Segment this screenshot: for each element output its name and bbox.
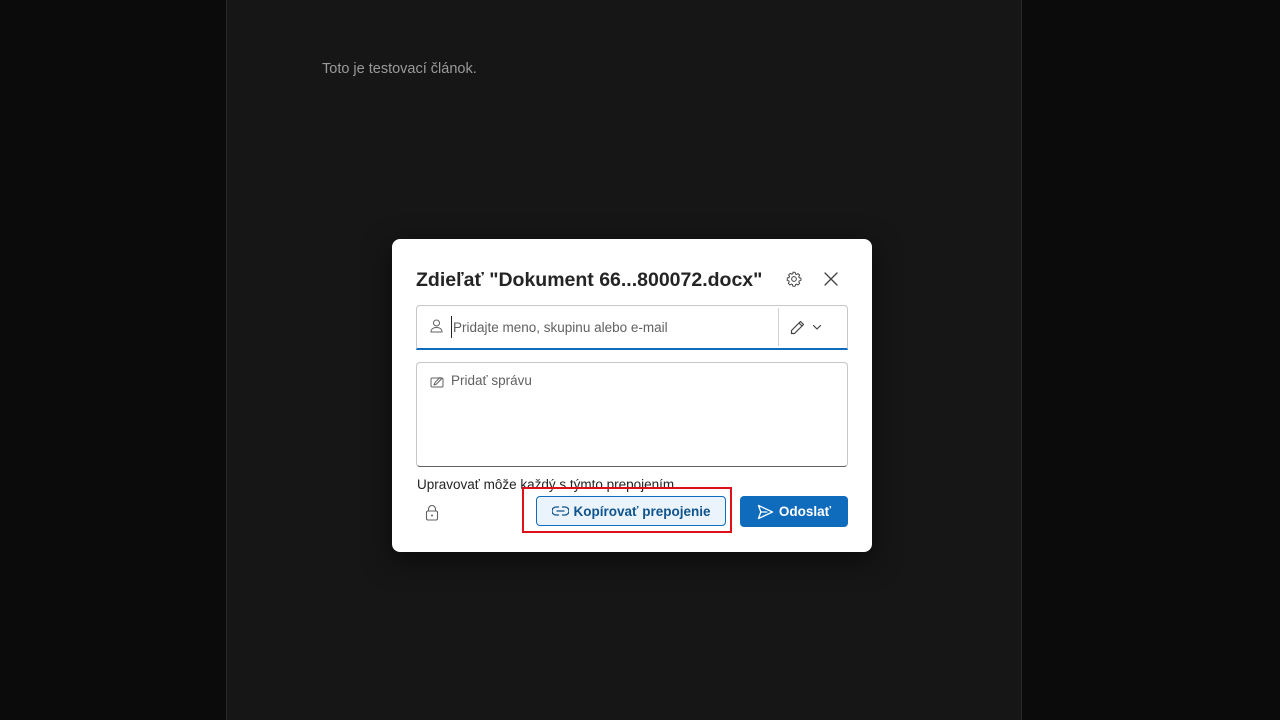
close-icon [824,272,838,286]
edit-message-icon [430,375,444,394]
message-input[interactable] [451,373,831,453]
share-dialog: Zdieľať "Dokument 66...800072.docx" Prid… [392,239,872,552]
permission-dropdown-button[interactable] [789,316,835,338]
copy-link-button[interactable]: Kopírovať prepojenie [536,496,726,526]
pencil-icon [790,320,805,334]
permission-divider [778,308,779,346]
send-button[interactable]: Odoslať [740,496,848,527]
send-icon [757,504,774,519]
chevron-down-icon [812,324,822,330]
copy-link-label: Kopírovať prepojenie [573,503,711,519]
document-body-text: Toto je testovací článok. [322,61,477,77]
send-label: Odoslať [778,504,832,519]
people-input[interactable] [451,316,773,338]
lock-icon [425,504,439,521]
link-settings-link[interactable]: Upravovať môže každý s týmto prepojením. [417,477,678,492]
message-box [416,362,848,467]
people-picker [416,305,848,350]
person-icon [430,319,443,338]
settings-button[interactable] [783,268,805,290]
link-icon [551,506,569,516]
close-button[interactable] [820,268,842,290]
link-settings-button[interactable] [423,503,441,521]
dialog-title: Zdieľať "Dokument 66...800072.docx" [416,269,763,291]
gear-icon [786,271,802,287]
